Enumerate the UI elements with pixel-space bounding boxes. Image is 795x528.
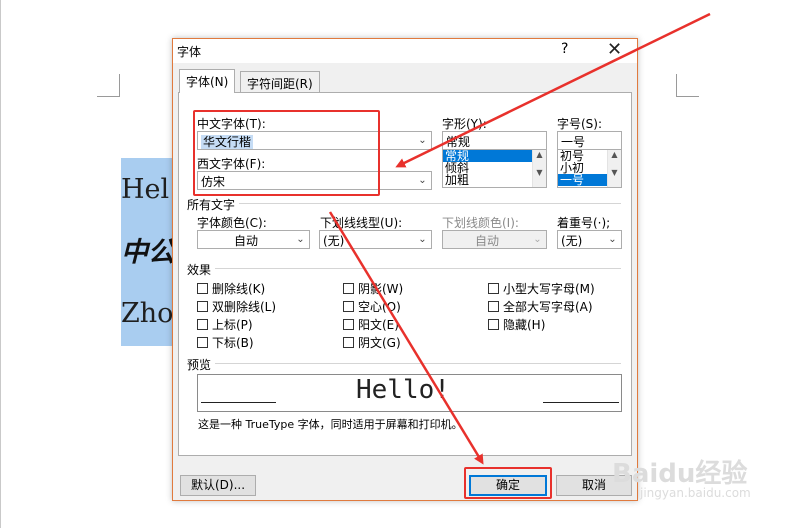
watermark-url: jingyan.baidu.com — [640, 486, 751, 500]
annotation-arrows — [328, 12, 711, 465]
annotation-arrow-to-ok — [328, 211, 484, 465]
tab-font[interactable]: 字体(N) — [179, 69, 236, 93]
watermark-brand: Baidu经验 — [612, 459, 748, 489]
tab-font-label: 字体(N) — [186, 75, 229, 89]
annotation-arrow-to-font — [395, 12, 711, 168]
